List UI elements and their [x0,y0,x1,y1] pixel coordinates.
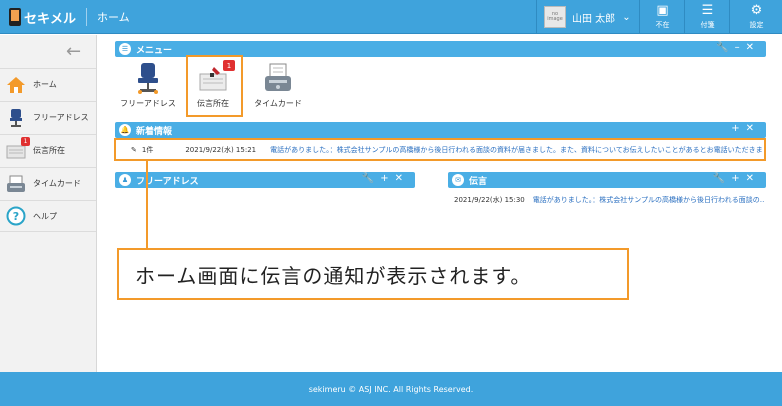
freeaddress-panel-header: ♟ フリーアドレス 🔧+✕ [115,172,415,188]
sidebar-item-label: 伝言所在 [33,146,65,155]
sticky-note-label: 付箋 [700,21,715,29]
menu-item-label: フリーアドレス [120,99,176,108]
settings-label: 設定 [749,21,764,29]
settings-button[interactable]: ⚙ 設定 [731,0,782,34]
panel-controls[interactable]: 🔧+✕ [362,173,409,184]
user-name: 山田 太郎 [572,13,616,25]
user-menu[interactable]: no image 山田 太郎 ⌄ [536,0,640,34]
chair-icon [132,62,164,94]
message-panel-header: ✉ 伝言 🔧+✕ [448,172,766,188]
header-divider [86,8,87,26]
sidebar-item-label: ヘルプ [33,211,57,221]
chair-icon: ♟ [119,174,131,186]
app-logo[interactable]: セキメル [9,7,76,27]
sticky-note-button[interactable]: ☰ 付箋 [686,0,730,34]
copyright-text: sekimeru © ASJ INC. All Rights Reserved. [308,384,474,394]
chair-icon [5,107,27,129]
timecard-icon [5,173,27,195]
absence-button[interactable]: ▣ 不在 [641,0,685,34]
sidebar-item-home[interactable]: ホーム [0,68,96,100]
message-panel-title: 伝言 [469,176,488,187]
message-text[interactable]: 電話がありました。：株式会社サンプルの高橋様から後日行われる面談の… [533,195,764,205]
callout-connector [146,161,148,248]
sidebar-item-label: フリーアドレス [33,113,89,122]
message-date: 2021/9/22(水) 15:30 [454,196,525,204]
bell-icon: 🔔 [119,124,131,136]
sidebar-item-label: ホーム [33,80,57,89]
menu-item-timecard[interactable]: タイムカード [243,62,313,112]
page-title: ホーム [97,11,130,24]
unread-badge: 1 [21,136,30,146]
message-icon: ✉ [452,174,464,186]
panel-controls[interactable]: 🔧+✕ [713,173,760,184]
back-arrow-icon[interactable]: ← [66,41,81,62]
message-icon: 1 [5,136,30,162]
sidebar-item-label: タイムカード [33,179,81,188]
phone-logo-icon [9,8,21,26]
menu-list-icon: ☰ [119,43,131,55]
app-footer: sekimeru © ASJ INC. All Rights Reserved. [0,372,782,406]
sidebar: ← ホーム フリーアドレス 1 伝言所在 タイムカード ? ヘルプ [0,35,97,372]
sidebar-item-timecard[interactable]: タイムカード [0,167,96,199]
menu-panel-title: メニュー [136,45,173,56]
svg-text:?: ? [13,210,19,223]
absence-label: 不在 [655,21,670,29]
panel-controls[interactable]: 🔧–✕ [716,42,760,53]
callout-box: ホーム画面に伝言の通知が表示されます。 [117,248,629,300]
news-panel-title: 新着情報 [136,126,173,137]
highlight-message-menu [186,55,243,117]
menu-item-label: タイムカード [254,99,302,108]
highlight-news-row [114,138,766,161]
home-icon [5,74,27,96]
menu-item-freeaddress[interactable]: フリーアドレス [113,62,183,112]
logo-text: セキメル [24,11,77,27]
panel-controls[interactable]: +✕ [731,123,760,134]
help-icon: ? [5,205,27,227]
sidebar-item-freeaddress[interactable]: フリーアドレス [0,101,96,133]
avatar: no image [544,6,566,28]
app-header: セキメル ホーム no image 山田 太郎 ⌄ ▣ 不在 ☰ 付箋 ⚙ 設定 [0,0,782,34]
gear-icon: ⚙ [750,3,763,18]
sidebar-item-message[interactable]: 1 伝言所在 [0,134,96,166]
sticky-note-icon: ☰ [701,3,714,18]
news-panel-header: 🔔 新着情報 +✕ [115,122,766,138]
timecard-icon [262,62,294,94]
absence-icon: ▣ [656,3,669,18]
callout-text: ホーム画面に伝言の通知が表示されます。 [135,263,532,288]
sidebar-item-help[interactable]: ? ヘルプ [0,200,96,232]
message-row[interactable]: 2021/9/22(水) 15:30 電話がありました。：株式会社サンプルの高橋… [454,194,764,206]
chevron-down-icon: ⌄ [622,11,631,23]
